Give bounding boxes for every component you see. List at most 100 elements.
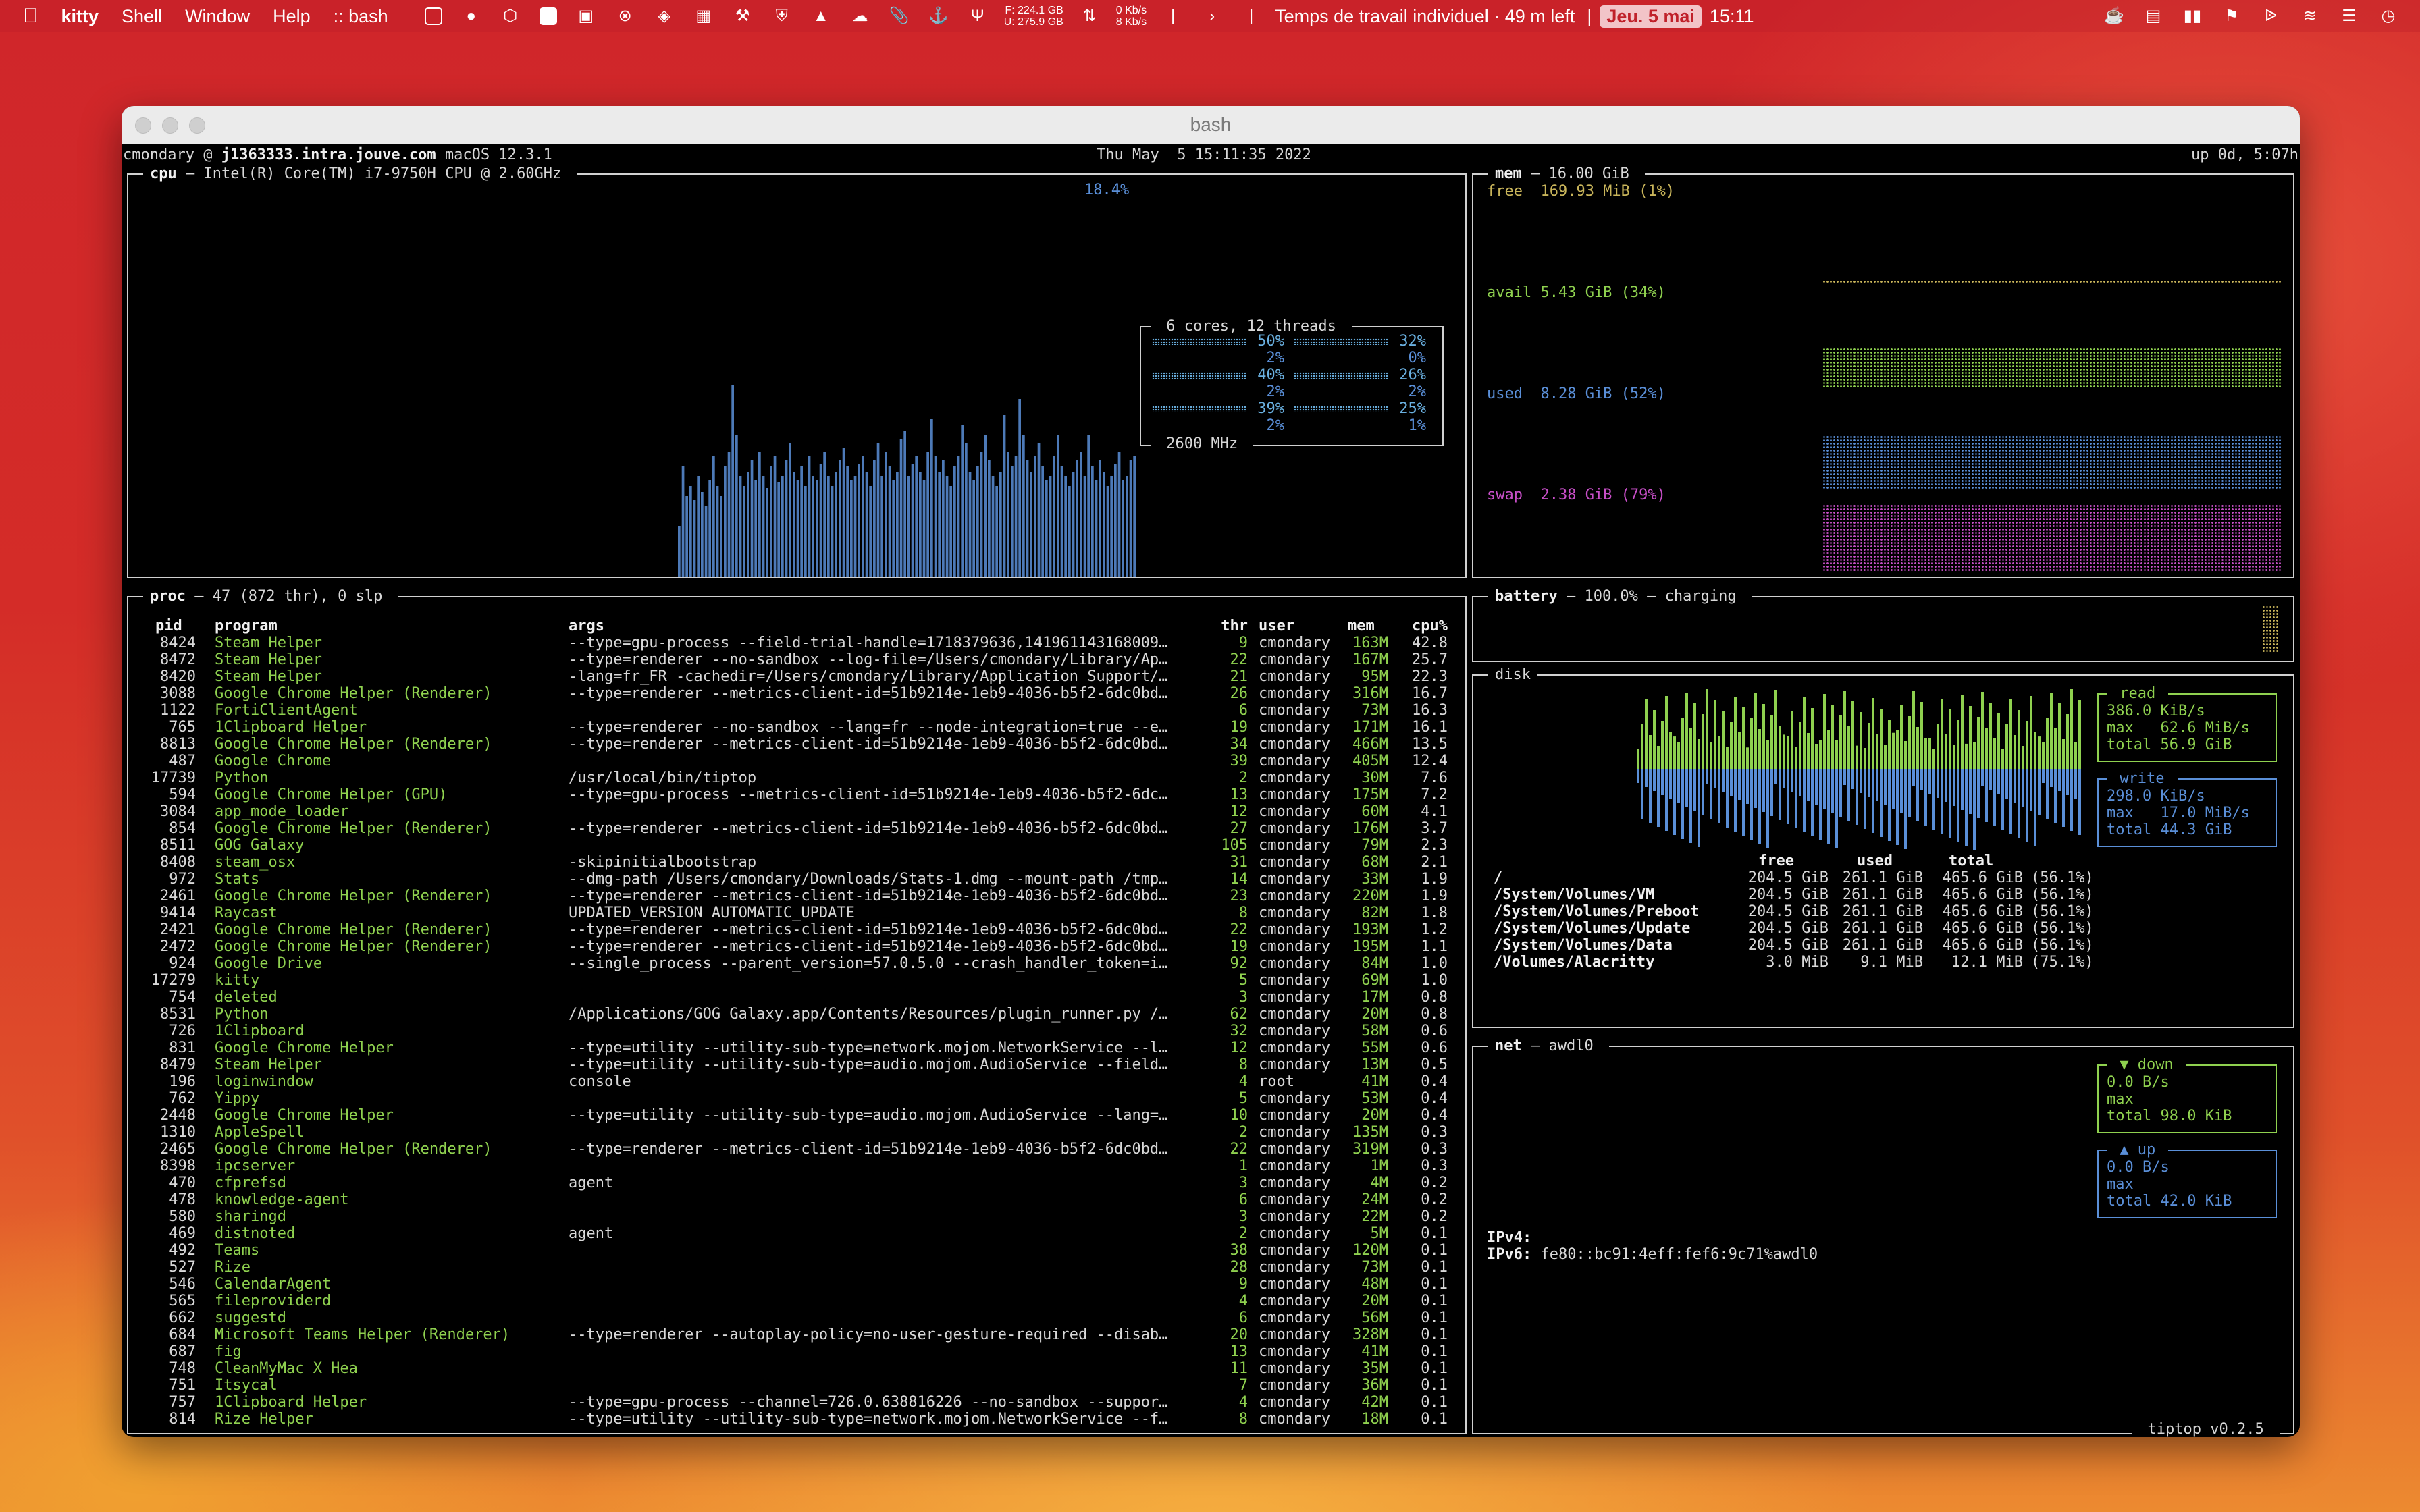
- table-row[interactable]: 478 knowledge-agent 6 cmondary 24M 0.2: [142, 1191, 1452, 1208]
- table-row[interactable]: 8420 Steam Helper -lang=fr_FR -cachedir=/U…: [142, 668, 1452, 685]
- menu-window[interactable]: Window: [185, 6, 250, 27]
- table-row[interactable]: 726 1Clipboard 32 cmondary 58M 0.6: [142, 1023, 1452, 1040]
- table-row[interactable]: 546 CalendarAgent 9 cmondary 48M 0.1: [142, 1276, 1452, 1293]
- cpu-history-bar: [911, 464, 914, 577]
- table-row[interactable]: 8479 Steam Helper --type=utility --utility…: [142, 1056, 1452, 1073]
- date-badge[interactable]: Jeu. 5 mai: [1600, 5, 1702, 28]
- paperclip-icon[interactable]: 📎: [889, 7, 910, 25]
- table-row[interactable]: 757 1Clipboard Helper --type=gpu-process -…: [142, 1394, 1452, 1411]
- image-app-icon[interactable]: ▣: [576, 7, 596, 25]
- table-row[interactable]: 2461 Google Chrome Helper (Renderer) --typ…: [142, 888, 1452, 905]
- diamond-icon[interactable]: ◈: [654, 7, 675, 25]
- table-row[interactable]: 8813 Google Chrome Helper (Renderer) --typ…: [142, 736, 1452, 753]
- table-row[interactable]: 684 Microsoft Teams Helper (Renderer) --ty…: [142, 1326, 1452, 1343]
- table-row[interactable]: 2421 Google Chrome Helper (Renderer) --typ…: [142, 921, 1452, 938]
- r-app-icon[interactable]: [539, 7, 557, 25]
- terminal-content[interactable]: cmondary @ j1363333.intra.jouve.com macO…: [122, 144, 2300, 1437]
- table-row[interactable]: 469 distnoted agent 2 cmondary 5M 0.1: [142, 1225, 1452, 1242]
- table-row[interactable]: 687 fig 13 cmondary 41M 0.1: [142, 1343, 1452, 1360]
- table-row[interactable]: 487 Google Chrome 39 cmondary 405M 12.4: [142, 753, 1452, 770]
- sidebar-toggle-icon[interactable]: [424, 7, 442, 25]
- table-row[interactable]: 762 Yippy 5 cmondary 53M 0.4: [142, 1090, 1452, 1107]
- apple-icon[interactable]: : [23, 5, 38, 28]
- disk-write-bar: [1908, 770, 1911, 817]
- menu-clock[interactable]: 15:11: [1710, 6, 1754, 27]
- table-row[interactable]: 196 loginwindow console 4 root 41M 0.4: [142, 1073, 1452, 1090]
- net-down-total: total 98.0 KiB: [2107, 1108, 2232, 1125]
- table-row[interactable]: 972 Stats --dmg-path /Users/cmondary/Downl…: [142, 871, 1452, 888]
- hat-icon[interactable]: ●: [461, 7, 481, 25]
- table-row[interactable]: 2465 Google Chrome Helper (Renderer) --typ…: [142, 1141, 1452, 1158]
- table-row[interactable]: 2448 Google Chrome Helper --type=utility -…: [142, 1107, 1452, 1124]
- anchor-icon[interactable]: ⚓: [928, 7, 949, 25]
- menu-tab-bash[interactable]: :: bash: [334, 6, 388, 27]
- table-row[interactable]: 8398 ipcserver 1 cmondary 1M 0.3: [142, 1158, 1452, 1174]
- table-row[interactable]: 1310 AppleSpell 2 cmondary 135M 0.3: [142, 1124, 1452, 1141]
- table-row[interactable]: 2472 Google Chrome Helper (Renderer) --typ…: [142, 938, 1452, 955]
- flag-icon[interactable]: ⚑: [2221, 7, 2242, 25]
- table-row[interactable]: 527 Rize 28 cmondary 73M 0.1: [142, 1259, 1452, 1276]
- title-bar[interactable]: bash: [122, 106, 2300, 144]
- table-row[interactable]: 492 Teams 38 cmondary 120M 0.1: [142, 1242, 1452, 1259]
- table-row[interactable]: 662 suggestd 6 cmondary 56M 0.1: [142, 1310, 1452, 1326]
- cpu-history-bar: [1022, 435, 1025, 577]
- cube-icon[interactable]: ⬡: [500, 7, 521, 25]
- table-row[interactable]: 17739 Python/usr/local/bin/tiptop 2 cmondar…: [142, 770, 1452, 786]
- wifi-icon[interactable]: ≋: [2300, 7, 2320, 25]
- table-row[interactable]: 8408 steam_osx -skipinitialbootstrap 31 cmon…: [142, 854, 1452, 871]
- cloud-icon[interactable]: ☁: [850, 7, 870, 25]
- table-row[interactable]: 580 sharingd 3 cmondary 22M 0.2: [142, 1208, 1452, 1225]
- tray-icon[interactable]: ▤: [2143, 7, 2163, 25]
- table-row[interactable]: 748 CleanMyMac X Hea 11 cmondary 35M 0.1: [142, 1360, 1452, 1377]
- cup-icon[interactable]: ☕: [2104, 7, 2124, 25]
- x-circle-icon[interactable]: ⊗: [615, 7, 635, 25]
- battery-icon[interactable]: ▮▮: [2182, 7, 2203, 25]
- table-row[interactable]: 765 1Clipboard Helper --type=renderer --no…: [142, 719, 1452, 736]
- table-row[interactable]: 470 cfprefsd agent 3 cmondary 4M 0.2: [142, 1174, 1452, 1191]
- drive-icon[interactable]: ▲: [811, 7, 831, 25]
- disk-read-bar: [1900, 705, 1903, 770]
- disk-write-bar: [1669, 770, 1672, 799]
- table-row[interactable]: 754 deleted 3 cmondary 17M 0.8: [142, 989, 1452, 1006]
- cpu-history-bar: [991, 476, 995, 577]
- user-cell: cmondary: [1259, 685, 1330, 702]
- threads-cell: 26: [1230, 685, 1248, 702]
- tools-icon[interactable]: ⚒: [733, 7, 753, 25]
- program-cell: Google Chrome Helper (Renderer): [215, 685, 492, 702]
- table-row[interactable]: 17279 kitty 5 cmondary 69M 1.0: [142, 972, 1452, 989]
- table-row[interactable]: 3084 app_mode_loader 12 cmondary 60M 4.1: [142, 803, 1452, 820]
- shield-icon[interactable]: ⛨: [772, 7, 792, 25]
- threads-cell: 3: [1238, 989, 1248, 1006]
- table-row[interactable]: 3088 Google Chrome Helper (Renderer) --typ…: [142, 685, 1452, 702]
- disk-read-bar: [2026, 721, 2028, 770]
- antenna-icon[interactable]: Ψ: [968, 7, 988, 25]
- terminal-window[interactable]: bash cmondary @ j1363333.intra.jouve.com…: [122, 106, 2300, 1437]
- control-center-icon[interactable]: ☰: [2339, 7, 2359, 25]
- chevron-right-icon[interactable]: ›: [1202, 7, 1222, 25]
- table-row[interactable]: 854 Google Chrome Helper (Renderer) --type…: [142, 820, 1452, 837]
- menu-app-name[interactable]: kitty: [61, 6, 99, 27]
- table-row[interactable]: 814 Rize Helper --type=utility --utility-s…: [142, 1411, 1452, 1428]
- clock-icon[interactable]: ◷: [2378, 7, 2398, 25]
- table-row[interactable]: 831 Google Chrome Helper --type=utility --…: [142, 1040, 1452, 1056]
- menu-help[interactable]: Help: [273, 6, 311, 27]
- table-row[interactable]: 751 Itsycal 7 cmondary 36M 0.1: [142, 1377, 1452, 1394]
- mem-cell: 79M: [1361, 837, 1388, 854]
- table-row[interactable]: 9414 Raycast UPDATED_VERSION AUTOMATIC_UPD…: [142, 905, 1452, 921]
- table-row[interactable]: 8511 GOG Galaxy 105 cmondary 79M 2.3: [142, 837, 1452, 854]
- table-row[interactable]: 8472 Steam Helper --type=renderer --no-san…: [142, 651, 1452, 668]
- table-row[interactable]: 594 Google Chrome Helper (GPU) --type=gpu-…: [142, 786, 1452, 803]
- work-timer[interactable]: Temps de travail individuel · 49 m left: [1275, 6, 1575, 27]
- table-row[interactable]: 565 fileproviderd 4 cmondary 20M 0.1: [142, 1293, 1452, 1310]
- disk-read-bar: [1827, 730, 1830, 770]
- calendar-icon[interactable]: ▦: [693, 7, 714, 25]
- table-row[interactable]: 8424 Steam Helper --type=gpu-process --fie…: [142, 634, 1452, 651]
- process-table[interactable]: pid program args thr user mem cpu% 8424 S…: [142, 618, 1452, 1428]
- table-row[interactable]: 8531 Python/Applications/GOG Galaxy.app/C…: [142, 1006, 1452, 1023]
- core-percent: 2%: [1266, 383, 1285, 400]
- table-row[interactable]: 1122 FortiClientAgent 6 cmondary 73M 16.3: [142, 702, 1452, 719]
- disk-read-bar: [1864, 748, 1866, 770]
- menu-shell[interactable]: Shell: [122, 6, 162, 27]
- bluetooth-icon[interactable]: ᐉ: [2261, 7, 2281, 25]
- table-row[interactable]: 924 Google Drive --single_process --parent…: [142, 955, 1452, 972]
